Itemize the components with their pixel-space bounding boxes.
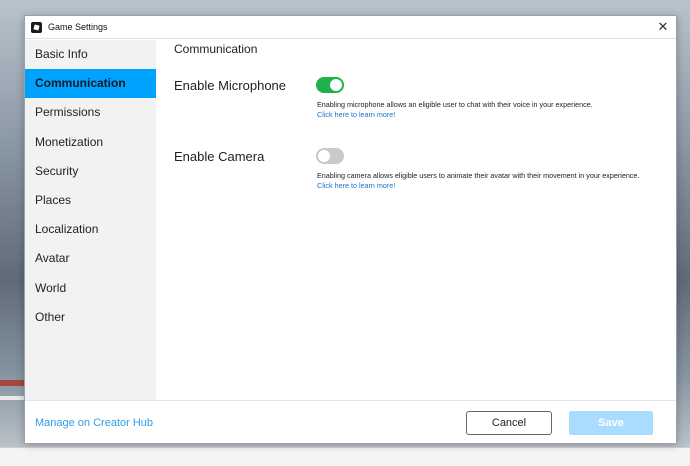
save-button[interactable]: Save: [569, 411, 653, 435]
microphone-setting-label: Enable Microphone: [174, 78, 287, 93]
microphone-toggle[interactable]: [316, 77, 344, 93]
sidebar-item-security[interactable]: Security: [25, 157, 156, 186]
sidebar-item-avatar[interactable]: Avatar: [25, 244, 156, 273]
creator-hub-link[interactable]: Manage on Creator Hub: [35, 417, 153, 429]
title-bar: Game Settings ✕: [25, 16, 676, 39]
camera-learn-more-link[interactable]: Click here to learn more!: [317, 181, 395, 190]
window-title: Game Settings: [48, 22, 108, 32]
background-white-bar: [0, 396, 24, 400]
sidebar-item-places[interactable]: Places: [25, 186, 156, 215]
camera-toggle[interactable]: [316, 148, 344, 164]
sidebar-item-basic-info[interactable]: Basic Info: [25, 40, 156, 69]
sidebar-item-permissions[interactable]: Permissions: [25, 98, 156, 127]
camera-setting-label: Enable Camera: [174, 149, 265, 164]
settings-sidebar: Basic Info Communication Permissions Mon…: [25, 40, 156, 400]
background-red-bar: [0, 380, 24, 386]
microphone-description: Enabling microphone allows an eligible u…: [317, 100, 593, 109]
sidebar-item-communication[interactable]: Communication: [25, 69, 156, 99]
cancel-button[interactable]: Cancel: [466, 411, 552, 435]
sidebar-item-localization[interactable]: Localization: [25, 215, 156, 244]
close-icon[interactable]: ✕: [654, 18, 672, 36]
microphone-learn-more-link[interactable]: Click here to learn more!: [317, 110, 395, 119]
toggle-knob: [330, 79, 342, 91]
camera-description: Enabling camera allows eligible users to…: [317, 171, 640, 180]
sidebar-item-world[interactable]: World: [25, 274, 156, 303]
toggle-knob: [318, 150, 330, 162]
sidebar-item-monetization[interactable]: Monetization: [25, 128, 156, 157]
section-title: Communication: [174, 42, 258, 56]
settings-content: Communication Enable Microphone Enabling…: [156, 40, 676, 400]
sidebar-item-other[interactable]: Other: [25, 303, 156, 332]
game-settings-dialog: Game Settings ✕ Basic Info Communication…: [24, 15, 677, 443]
dialog-footer: Manage on Creator Hub Cancel Save: [25, 400, 676, 443]
roblox-studio-icon: [31, 21, 42, 33]
background-status-strip: [0, 447, 690, 466]
